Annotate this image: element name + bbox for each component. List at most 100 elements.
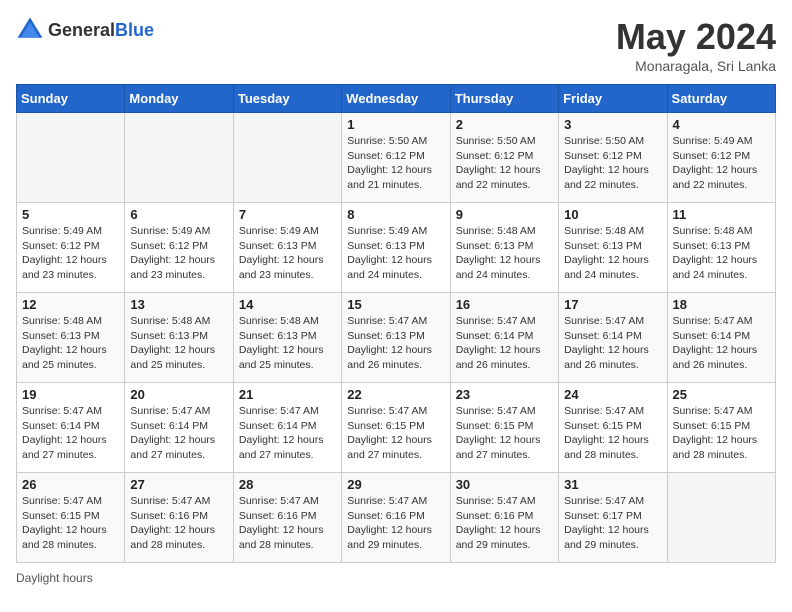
day-info: Sunrise: 5:47 AMSunset: 6:16 PMDaylight:… <box>239 494 336 553</box>
header-saturday: Saturday <box>667 85 775 113</box>
day-info: Sunrise: 5:47 AMSunset: 6:14 PMDaylight:… <box>239 404 336 463</box>
calendar-table: SundayMondayTuesdayWednesdayThursdayFrid… <box>16 84 776 563</box>
header-thursday: Thursday <box>450 85 558 113</box>
header-monday: Monday <box>125 85 233 113</box>
day-number: 2 <box>456 117 553 132</box>
day-info: Sunrise: 5:47 AMSunset: 6:15 PMDaylight:… <box>564 404 661 463</box>
calendar-cell: 7 Sunrise: 5:49 AMSunset: 6:13 PMDaylight… <box>233 203 341 293</box>
calendar-week-row: 19 Sunrise: 5:47 AMSunset: 6:14 PMDayligh… <box>17 383 776 473</box>
day-info: Sunrise: 5:47 AMSunset: 6:13 PMDaylight:… <box>347 314 444 373</box>
day-info: Sunrise: 5:47 AMSunset: 6:14 PMDaylight:… <box>456 314 553 373</box>
day-info: Sunrise: 5:47 AMSunset: 6:15 PMDaylight:… <box>456 404 553 463</box>
calendar-cell: 24 Sunrise: 5:47 AMSunset: 6:15 PMDayligh… <box>559 383 667 473</box>
day-info: Sunrise: 5:47 AMSunset: 6:16 PMDaylight:… <box>130 494 227 553</box>
day-number: 15 <box>347 297 444 312</box>
calendar-cell: 22Sunrise: 5:47 AMSunset: 6:15 PMDayligh… <box>342 383 450 473</box>
day-number: 10 <box>564 207 661 222</box>
calendar-cell: 14Sunrise: 5:48 AMSunset: 6:13 PMDayligh… <box>233 293 341 383</box>
header-wednesday: Wednesday <box>342 85 450 113</box>
calendar-cell: 30 Sunrise: 5:47 AMSunset: 6:16 PMDayligh… <box>450 473 558 563</box>
page-header: GeneralBlue May 2024 Monaragala, Sri Lan… <box>16 16 776 74</box>
day-info: Sunrise: 5:48 AMSunset: 6:13 PMDaylight:… <box>673 224 770 283</box>
calendar-cell: 23Sunrise: 5:47 AMSunset: 6:15 PMDayligh… <box>450 383 558 473</box>
day-number: 8 <box>347 207 444 222</box>
calendar-cell: 19 Sunrise: 5:47 AMSunset: 6:14 PMDayligh… <box>17 383 125 473</box>
day-info: Sunrise: 5:50 AMSunset: 6:12 PMDaylight:… <box>564 134 661 193</box>
day-info: Sunrise: 5:50 AMSunset: 6:12 PMDaylight:… <box>456 134 553 193</box>
day-info: Sunrise: 5:47 AMSunset: 6:14 PMDaylight:… <box>22 404 119 463</box>
day-info: Sunrise: 5:50 AMSunset: 6:12 PMDaylight:… <box>347 134 444 193</box>
day-number: 26 <box>22 477 119 492</box>
day-number: 28 <box>239 477 336 492</box>
day-info: Sunrise: 5:49 AMSunset: 6:13 PMDaylight:… <box>347 224 444 283</box>
calendar-cell: 26 Sunrise: 5:47 AMSunset: 6:15 PMDayligh… <box>17 473 125 563</box>
calendar-cell: 15 Sunrise: 5:47 AMSunset: 6:13 PMDayligh… <box>342 293 450 383</box>
calendar-cell: 17Sunrise: 5:47 AMSunset: 6:14 PMDayligh… <box>559 293 667 383</box>
daylight-label: Daylight hours <box>16 571 93 585</box>
day-number: 6 <box>130 207 227 222</box>
day-number: 9 <box>456 207 553 222</box>
calendar-week-row: 26 Sunrise: 5:47 AMSunset: 6:15 PMDayligh… <box>17 473 776 563</box>
day-info: Sunrise: 5:47 AMSunset: 6:14 PMDaylight:… <box>564 314 661 373</box>
header-sunday: Sunday <box>17 85 125 113</box>
day-info: Sunrise: 5:49 AMSunset: 6:13 PMDaylight:… <box>239 224 336 283</box>
day-info: Sunrise: 5:47 AMSunset: 6:14 PMDaylight:… <box>673 314 770 373</box>
day-info: Sunrise: 5:47 AMSunset: 6:16 PMDaylight:… <box>456 494 553 553</box>
day-info: Sunrise: 5:48 AMSunset: 6:13 PMDaylight:… <box>130 314 227 373</box>
day-info: Sunrise: 5:49 AMSunset: 6:12 PMDaylight:… <box>673 134 770 193</box>
calendar-cell: 3 Sunrise: 5:50 AMSunset: 6:12 PMDaylight… <box>559 113 667 203</box>
calendar-cell: 21 Sunrise: 5:47 AMSunset: 6:14 PMDayligh… <box>233 383 341 473</box>
day-number: 12 <box>22 297 119 312</box>
calendar-cell: 5 Sunrise: 5:49 AMSunset: 6:12 PMDaylight… <box>17 203 125 293</box>
day-number: 19 <box>22 387 119 402</box>
header-tuesday: Tuesday <box>233 85 341 113</box>
calendar-cell <box>233 113 341 203</box>
day-number: 3 <box>564 117 661 132</box>
calendar-cell: 18 Sunrise: 5:47 AMSunset: 6:14 PMDayligh… <box>667 293 775 383</box>
calendar-cell: 1Sunrise: 5:50 AMSunset: 6:12 PMDaylight… <box>342 113 450 203</box>
day-info: Sunrise: 5:48 AMSunset: 6:13 PMDaylight:… <box>22 314 119 373</box>
calendar-cell: 16Sunrise: 5:47 AMSunset: 6:14 PMDayligh… <box>450 293 558 383</box>
day-info: Sunrise: 5:47 AMSunset: 6:15 PMDaylight:… <box>347 404 444 463</box>
day-number: 14 <box>239 297 336 312</box>
header-friday: Friday <box>559 85 667 113</box>
calendar-cell: 9Sunrise: 5:48 AMSunset: 6:13 PMDaylight… <box>450 203 558 293</box>
calendar-cell <box>125 113 233 203</box>
calendar-header-row: SundayMondayTuesdayWednesdayThursdayFrid… <box>17 85 776 113</box>
footer: Daylight hours <box>16 571 776 585</box>
day-number: 11 <box>673 207 770 222</box>
day-info: Sunrise: 5:47 AMSunset: 6:17 PMDaylight:… <box>564 494 661 553</box>
day-number: 27 <box>130 477 227 492</box>
calendar-cell: 20Sunrise: 5:47 AMSunset: 6:14 PMDayligh… <box>125 383 233 473</box>
day-number: 18 <box>673 297 770 312</box>
day-info: Sunrise: 5:47 AMSunset: 6:15 PMDaylight:… <box>22 494 119 553</box>
calendar-cell: 25Sunrise: 5:47 AMSunset: 6:15 PMDayligh… <box>667 383 775 473</box>
day-number: 31 <box>564 477 661 492</box>
day-number: 30 <box>456 477 553 492</box>
day-info: Sunrise: 5:47 AMSunset: 6:15 PMDaylight:… <box>673 404 770 463</box>
day-number: 21 <box>239 387 336 402</box>
calendar-cell: 8 Sunrise: 5:49 AMSunset: 6:13 PMDaylight… <box>342 203 450 293</box>
calendar-cell: 31 Sunrise: 5:47 AMSunset: 6:17 PMDayligh… <box>559 473 667 563</box>
logo: GeneralBlue <box>16 16 154 44</box>
location-subtitle: Monaragala, Sri Lanka <box>616 58 776 74</box>
calendar-week-row: 1Sunrise: 5:50 AMSunset: 6:12 PMDaylight… <box>17 113 776 203</box>
day-info: Sunrise: 5:47 AMSunset: 6:16 PMDaylight:… <box>347 494 444 553</box>
day-number: 4 <box>673 117 770 132</box>
day-info: Sunrise: 5:49 AMSunset: 6:12 PMDaylight:… <box>22 224 119 283</box>
title-block: May 2024 Monaragala, Sri Lanka <box>616 16 776 74</box>
calendar-cell: 2 Sunrise: 5:50 AMSunset: 6:12 PMDaylight… <box>450 113 558 203</box>
day-info: Sunrise: 5:48 AMSunset: 6:13 PMDaylight:… <box>564 224 661 283</box>
calendar-cell: 10 Sunrise: 5:48 AMSunset: 6:13 PMDayligh… <box>559 203 667 293</box>
month-year-title: May 2024 <box>616 16 776 58</box>
calendar-cell: 28 Sunrise: 5:47 AMSunset: 6:16 PMDayligh… <box>233 473 341 563</box>
calendar-cell: 11 Sunrise: 5:48 AMSunset: 6:13 PMDayligh… <box>667 203 775 293</box>
day-info: Sunrise: 5:47 AMSunset: 6:14 PMDaylight:… <box>130 404 227 463</box>
calendar-cell: 12 Sunrise: 5:48 AMSunset: 6:13 PMDayligh… <box>17 293 125 383</box>
calendar-cell: 4 Sunrise: 5:49 AMSunset: 6:12 PMDaylight… <box>667 113 775 203</box>
logo-blue: Blue <box>115 20 154 40</box>
calendar-cell <box>667 473 775 563</box>
day-number: 5 <box>22 207 119 222</box>
day-number: 24 <box>564 387 661 402</box>
day-number: 7 <box>239 207 336 222</box>
